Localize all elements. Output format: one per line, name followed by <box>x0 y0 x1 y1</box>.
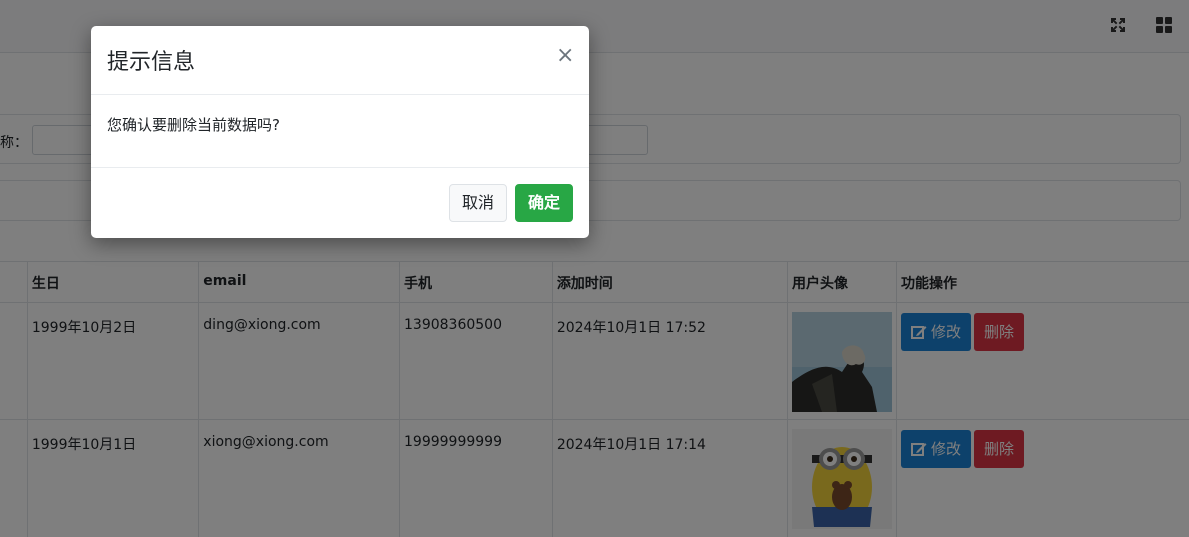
close-icon[interactable]: × <box>556 45 574 67</box>
dialog-message: 您确认要删除当前数据吗? <box>107 116 280 134</box>
dialog-body: 您确认要删除当前数据吗? <box>91 95 589 168</box>
confirm-button[interactable]: 确定 <box>515 184 573 222</box>
cancel-button[interactable]: 取消 <box>449 184 507 222</box>
confirm-dialog: 提示信息 × 您确认要删除当前数据吗? 取消 确定 <box>91 26 589 238</box>
dialog-footer: 取消 确定 <box>91 168 589 238</box>
dialog-title: 提示信息 <box>107 50 196 75</box>
dialog-header: 提示信息 × <box>91 26 589 95</box>
